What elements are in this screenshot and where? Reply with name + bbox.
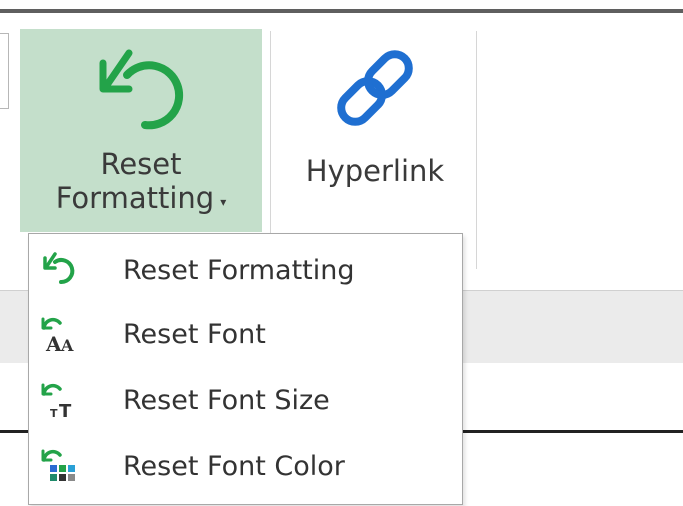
hyperlink-icon: [337, 50, 413, 126]
menu-item-reset-font-color[interactable]: Reset Font Color: [29, 434, 462, 498]
ribbon-divider: [476, 31, 477, 269]
reset-font-size-icon: T T: [41, 383, 72, 419]
reset-font-icon: A A: [41, 317, 74, 353]
reset-formatting-label-line2: Formatting ▾: [56, 181, 226, 221]
reset-formatting-label-line1: Reset: [100, 147, 182, 181]
chevron-down-icon[interactable]: ▾: [220, 195, 226, 209]
reset-formatting-label-text: Formatting: [55, 181, 215, 215]
ribbon-edge-field: [0, 33, 9, 109]
svg-text:A: A: [45, 332, 62, 353]
svg-text:T: T: [59, 401, 72, 419]
menu-item-label: Reset Font: [123, 318, 266, 350]
reset-formatting-icon: [99, 49, 184, 130]
menu-item-label: Reset Font Size: [123, 384, 330, 416]
svg-text:T: T: [50, 407, 58, 419]
reset-font-color-icon: [41, 449, 75, 481]
reset-formatting-icon: [43, 252, 75, 285]
hyperlink-label: Hyperlink: [305, 154, 445, 188]
menu-item-label: Reset Formatting: [123, 254, 355, 286]
hyperlink-button[interactable]: Hyperlink: [285, 29, 465, 209]
top-border: [0, 9, 683, 13]
menu-item-reset-formatting[interactable]: Reset Formatting: [29, 238, 462, 302]
reset-formatting-menu: Reset Formatting A A Reset Font T T Rese…: [28, 233, 463, 505]
menu-item-label: Reset Font Color: [123, 450, 345, 482]
menu-item-reset-font-size[interactable]: T T Reset Font Size: [29, 368, 462, 432]
menu-item-reset-font[interactable]: A A Reset Font: [29, 302, 462, 366]
reset-formatting-button[interactable]: Reset Formatting ▾: [20, 29, 262, 232]
svg-text:A: A: [60, 336, 74, 353]
